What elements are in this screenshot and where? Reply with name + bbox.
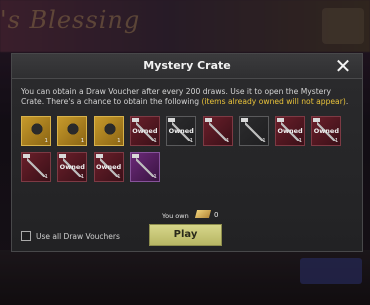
owned-label: Owned (313, 127, 339, 135)
reward-item-tag (131, 154, 139, 158)
reward-item[interactable]: Owned 1 (275, 116, 306, 146)
reward-item-tag (95, 154, 103, 158)
reward-item-quantity: 1 (44, 138, 49, 144)
owned-label: Owned (277, 127, 303, 135)
play-button[interactable]: Play (149, 224, 222, 246)
reward-item-quantity: 1 (44, 174, 49, 180)
reward-item[interactable]: 1 (21, 152, 51, 182)
reward-item[interactable]: 1 (238, 116, 269, 146)
reward-item-tag (168, 118, 176, 122)
draw-voucher-icon (194, 210, 212, 218)
reward-item-tag (277, 118, 285, 122)
reward-item-quantity: 1 (153, 174, 157, 180)
reward-item-quantity: 1 (298, 138, 303, 144)
reward-item-tag (23, 154, 30, 158)
reward-item-quantity: 1 (80, 174, 85, 180)
description: You can obtain a Draw Voucher after ever… (21, 87, 355, 107)
description-highlight: (items already owned will not appear) (201, 97, 346, 106)
reward-item[interactable]: Owned 1 (129, 116, 160, 146)
reward-item-quantity: 1 (189, 138, 194, 144)
description-end: . (345, 97, 349, 106)
owned-label: Owned (168, 127, 194, 135)
reward-item-quantity: 1 (80, 138, 85, 144)
reward-item-tag (240, 118, 248, 122)
dialog-title: Mystery Crate (143, 59, 231, 72)
reward-item[interactable]: Owned 1 (57, 152, 88, 182)
reward-item[interactable]: 1 (202, 116, 233, 146)
reward-item[interactable]: 1 (21, 116, 51, 146)
dialog-header: Mystery Crate ✕ (12, 54, 362, 79)
reward-item-quantity: 1 (334, 138, 339, 144)
you-own-label: You own (162, 212, 189, 220)
reward-item-quantity: 1 (117, 138, 121, 144)
reward-item[interactable]: 1 (93, 116, 124, 146)
reward-item-tag (59, 154, 67, 158)
use-all-vouchers-checkbox[interactable] (21, 231, 31, 241)
reward-item-quantity: 1 (262, 138, 266, 144)
owned-label: Owned (95, 163, 122, 171)
you-own-count: 0 (214, 211, 219, 219)
reward-item-tag (313, 118, 321, 122)
close-icon[interactable]: ✕ (332, 55, 354, 77)
reward-item-quantity: 1 (226, 138, 230, 144)
reward-item[interactable]: 1 (129, 152, 160, 182)
reward-item-quantity: 1 (153, 138, 157, 144)
owned-label: Owned (132, 127, 158, 135)
mystery-crate-dialog: Mystery Crate ✕ You can obtain a Draw Vo… (11, 53, 363, 252)
reward-item-quantity: 1 (117, 174, 121, 180)
reward-item-tag (204, 118, 212, 122)
reward-item[interactable]: Owned 1 (93, 152, 124, 182)
use-all-vouchers-label: Use all Draw Vouchers (36, 232, 120, 241)
reward-item[interactable]: 1 (57, 116, 88, 146)
owned-label: Owned (59, 163, 85, 171)
reward-item[interactable]: Owned 1 (166, 116, 197, 146)
reward-item-tag (131, 118, 139, 122)
reward-item[interactable]: Owned 1 (311, 116, 342, 146)
